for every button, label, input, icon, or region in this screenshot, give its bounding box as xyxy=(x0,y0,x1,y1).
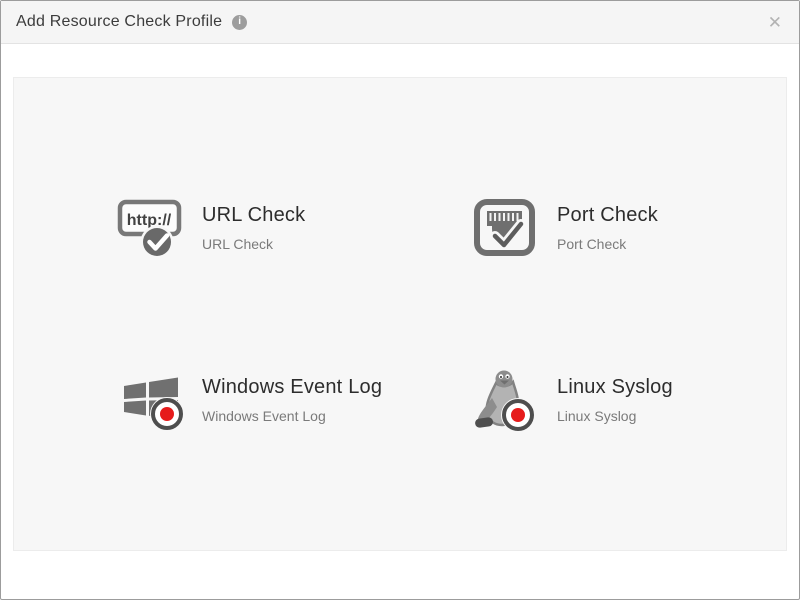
option-title: Windows Event Log xyxy=(202,376,382,399)
option-title: Linux Syslog xyxy=(557,376,673,399)
option-subtitle: Linux Syslog xyxy=(557,408,673,424)
dialog-title: Add Resource Check Profile xyxy=(16,13,222,31)
dialog-header: Add Resource Check Profile i ✕ xyxy=(1,1,799,44)
svg-text:http://: http:// xyxy=(127,212,172,229)
add-resource-check-profile-dialog: Add Resource Check Profile i ✕ http:// U… xyxy=(0,0,800,600)
info-icon[interactable]: i xyxy=(232,15,247,30)
option-subtitle: Windows Event Log xyxy=(202,408,382,424)
url-check-icon: http:// xyxy=(116,195,186,261)
option-port-check[interactable]: Port Check Port Check xyxy=(471,195,786,261)
linux-syslog-icon xyxy=(471,367,541,433)
port-check-icon xyxy=(471,195,541,261)
option-title: Port Check xyxy=(557,204,658,227)
option-url-check[interactable]: http:// URL Check URL Check xyxy=(116,195,471,261)
windows-event-log-icon xyxy=(116,367,186,433)
dialog-body: http:// URL Check URL Check xyxy=(1,44,799,551)
option-linux-syslog[interactable]: Linux Syslog Linux Syslog xyxy=(471,367,786,433)
check-type-panel: http:// URL Check URL Check xyxy=(13,77,787,551)
option-title: URL Check xyxy=(202,204,305,227)
option-subtitle: URL Check xyxy=(202,236,305,252)
close-icon[interactable]: ✕ xyxy=(766,10,784,35)
option-windows-event-log[interactable]: Windows Event Log Windows Event Log xyxy=(116,367,471,433)
option-subtitle: Port Check xyxy=(557,236,658,252)
